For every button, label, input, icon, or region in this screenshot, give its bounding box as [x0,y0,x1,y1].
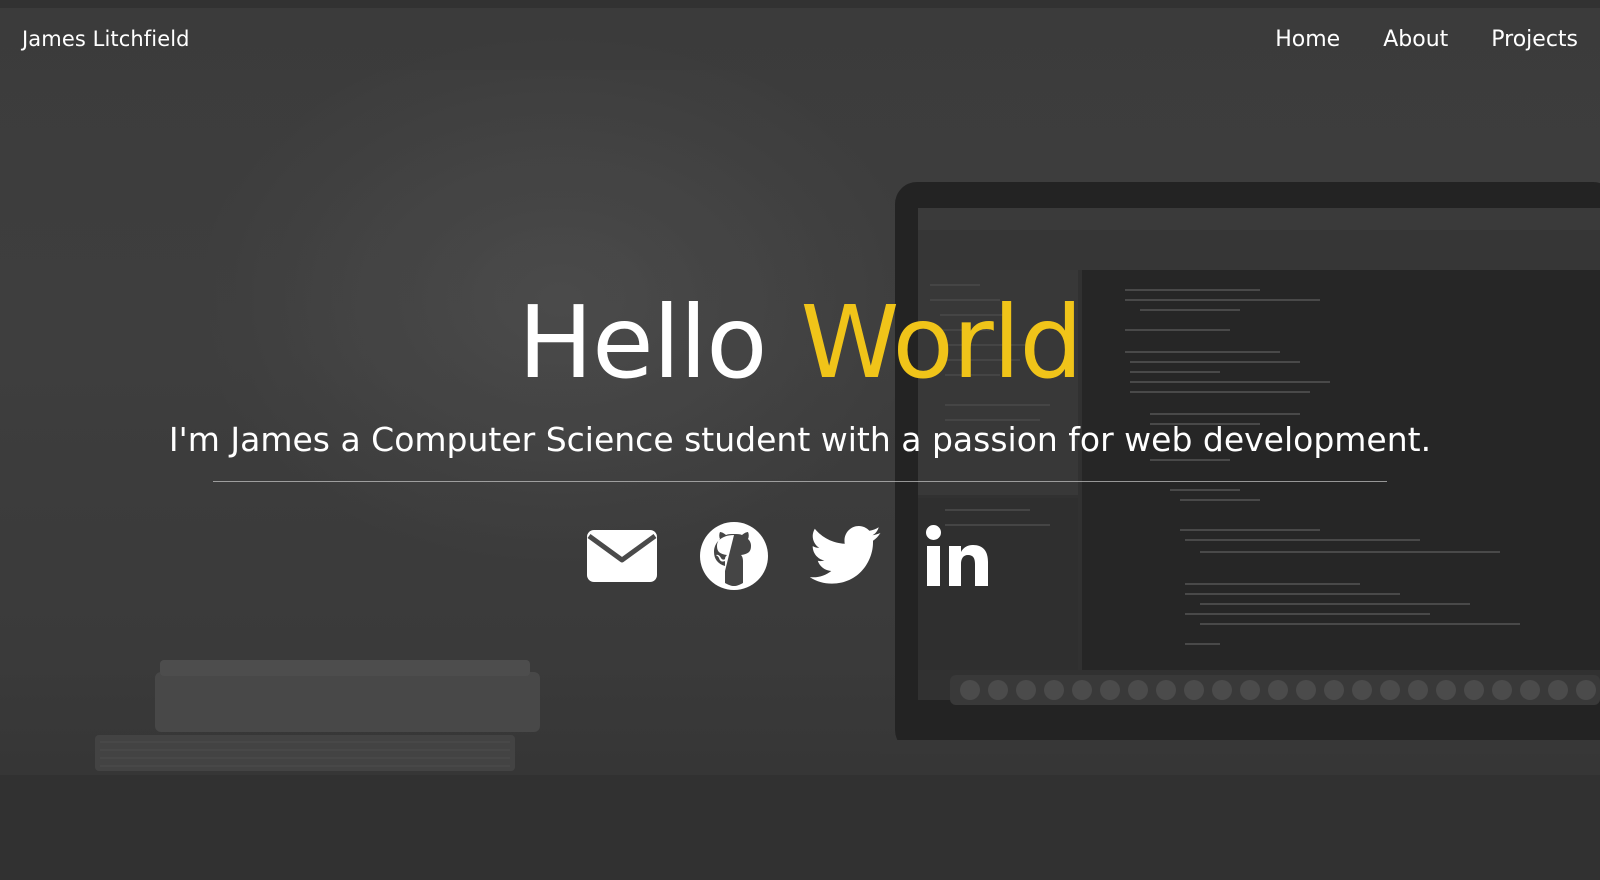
github-link[interactable] [698,520,770,592]
linkedin-link[interactable] [922,520,994,592]
page: James Litchfield Home About Projects Hel… [0,0,1600,880]
twitter-icon [810,526,881,584]
github-icon [700,522,768,590]
hero-section: Hello World I'm James a Computer Science … [0,0,1600,880]
hero-divider [213,481,1387,482]
hero-subtitle: I'm James a Computer Science student wit… [168,420,1432,459]
hero-title-hello: Hello [517,284,767,401]
hero-title: Hello World [0,283,1600,403]
social-links [0,520,1590,592]
email-link[interactable] [586,520,658,592]
linkedin-icon [926,525,988,586]
hero-title-world: World [800,284,1083,401]
twitter-link[interactable] [810,520,882,592]
envelope-icon [587,530,657,582]
